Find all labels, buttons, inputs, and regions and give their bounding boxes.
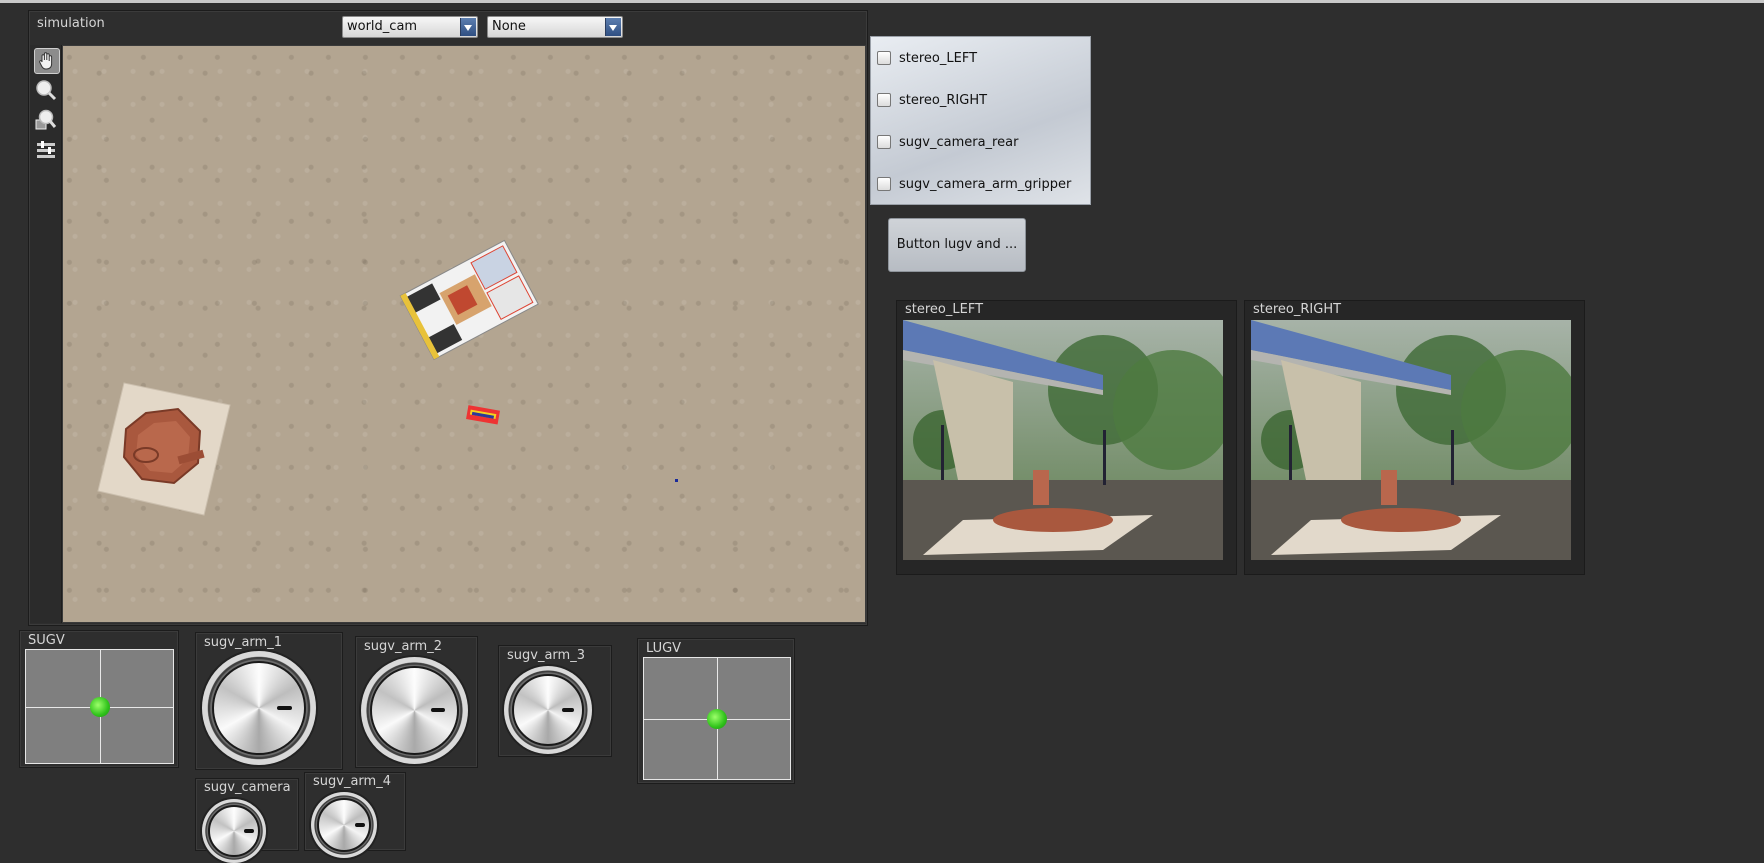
camera-option[interactable]: stereo_RIGHT	[877, 90, 987, 110]
panel-title: sugv_arm_2	[364, 639, 442, 654]
checkbox[interactable]	[877, 51, 891, 65]
camera-option-label: sugv_camera_rear	[899, 134, 1019, 150]
sugv-arm-1-dial[interactable]	[202, 651, 316, 765]
sugv-arm-2-dial[interactable]	[361, 657, 468, 764]
zoom-icon[interactable]	[34, 78, 58, 102]
sugv-arm-3-panel: sugv_arm_3	[498, 645, 612, 757]
overlay-select[interactable]: None	[487, 16, 623, 38]
checkbox[interactable]	[877, 177, 891, 191]
sugv-camera-panel: sugv_camera	[195, 778, 299, 863]
zoom-region-icon[interactable]	[34, 108, 58, 132]
sugv-joystick[interactable]	[25, 649, 174, 764]
joystick-handle[interactable]	[89, 696, 110, 717]
sugv-arm-3-dial[interactable]	[504, 666, 592, 754]
camera-select-value: world_cam	[347, 19, 418, 34]
checkbox[interactable]	[877, 93, 891, 107]
joystick-handle[interactable]	[707, 708, 727, 729]
camera-select[interactable]: world_cam	[342, 16, 478, 38]
map-border	[62, 45, 866, 623]
chevron-down-icon	[605, 18, 621, 36]
window-top-edge	[0, 0, 1764, 3]
camera-option-label: sugv_camera_arm_gripper	[899, 176, 1072, 192]
view-toolbar	[30, 45, 62, 623]
feed-title: stereo_RIGHT	[1253, 302, 1342, 317]
simulation-title: simulation	[37, 16, 105, 31]
lugv-joystick[interactable]	[643, 657, 791, 780]
camera-option-label: stereo_RIGHT	[899, 92, 988, 108]
lugv-joystick-panel: LUGV	[637, 638, 795, 784]
sugv-camera-dial[interactable]	[202, 799, 266, 863]
camera-option[interactable]: sugv_camera_rear	[877, 132, 1018, 152]
panel-title: sugv_arm_4	[313, 774, 391, 789]
sugv-arm-4-dial[interactable]	[311, 792, 377, 858]
camera-option-label: stereo_LEFT	[899, 50, 978, 66]
stereo-left-feed: stereo_LEFT	[896, 300, 1237, 575]
stereo-left-image	[903, 320, 1223, 560]
camera-option[interactable]: sugv_camera_arm_gripper	[877, 174, 1071, 194]
sugv-arm-4-panel: sugv_arm_4	[304, 772, 406, 858]
panel-title: sugv_arm_1	[204, 635, 282, 650]
camera-option[interactable]: stereo_LEFT	[877, 48, 977, 68]
overlay-select-value: None	[492, 19, 526, 34]
hand-icon[interactable]	[34, 48, 60, 74]
checkbox[interactable]	[877, 135, 891, 149]
panel-title: sugv_camera	[204, 780, 291, 795]
stereo-right-feed: stereo_RIGHT	[1244, 300, 1585, 575]
chevron-down-icon	[460, 18, 476, 36]
sugv-arm-1-panel: sugv_arm_1	[195, 632, 343, 770]
sugv-joystick-panel: SUGV	[19, 630, 179, 768]
stereo-right-image	[1251, 320, 1571, 560]
settings-icon[interactable]	[34, 138, 58, 162]
panel-title: SUGV	[28, 633, 65, 648]
camera-list-panel: stereo_LEFT stereo_RIGHT sugv_camera_rea…	[870, 36, 1091, 205]
panel-title: sugv_arm_3	[507, 648, 585, 663]
lugv-action-button[interactable]: Button lugv and ...	[888, 218, 1026, 272]
sugv-arm-2-panel: sugv_arm_2	[355, 636, 478, 768]
panel-title: LUGV	[646, 641, 682, 656]
feed-title: stereo_LEFT	[905, 302, 984, 317]
